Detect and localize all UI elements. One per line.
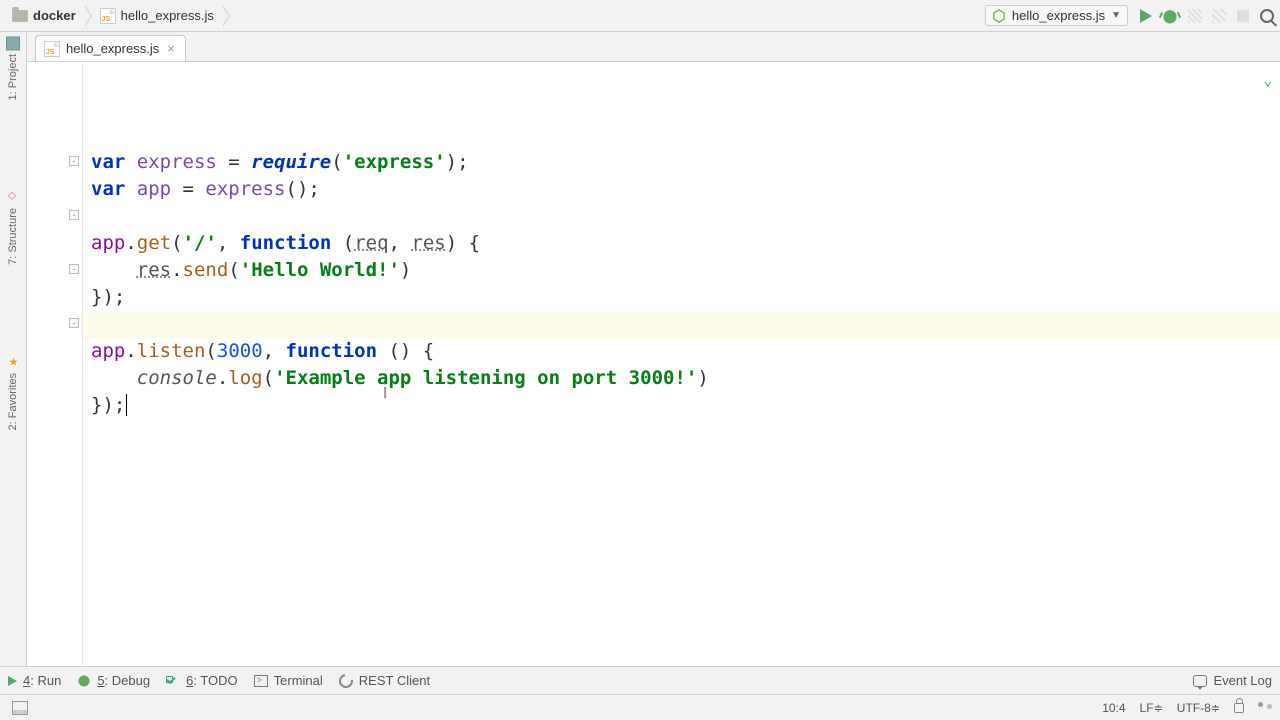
fold-toggle[interactable]: - (69, 156, 79, 166)
tab-label: hello_express.js (66, 41, 159, 56)
coverage-button-disabled (1188, 9, 1202, 23)
fold-toggle[interactable]: - (69, 264, 79, 274)
caret-position[interactable]: 10:4 (1102, 701, 1125, 715)
breadcrumb-file[interactable]: hello_express.js (94, 4, 224, 28)
tool-window-run[interactable]: 4: Run /*noop*/ (8, 673, 61, 688)
tool-window-terminal[interactable]: Terminal (254, 673, 323, 688)
fold-toggle[interactable]: - (69, 210, 79, 220)
gutter[interactable]: - - - - (27, 62, 83, 666)
tool-window-project[interactable]: 1: Project (6, 36, 20, 100)
run-configuration-selector[interactable]: hello_express.js ▼ (985, 5, 1128, 26)
ide-features-trainer[interactable] (1258, 702, 1272, 714)
tool-window-debug[interactable]: 5: Debug (77, 673, 150, 688)
tool-windows-toggle[interactable] (12, 701, 28, 715)
file-encoding[interactable]: UTF-8≑ (1177, 701, 1220, 715)
toolbar-run-actions (1140, 8, 1274, 24)
inspection-indicator[interactable]: ⌄ (1264, 68, 1272, 95)
bottom-tool-window-bar: 4: Run /*noop*/ 5: Debug 6: TODO Termina… (0, 666, 1280, 694)
play-icon (8, 676, 17, 686)
folder-icon (12, 10, 28, 22)
project-icon (6, 36, 20, 50)
tool-window-favorites[interactable]: 2: Favorites ★ (6, 355, 20, 430)
search-everywhere-button[interactable] (1260, 9, 1274, 23)
status-bar: 10:4 LF≑ UTF-8≑ (0, 694, 1280, 720)
breadcrumb-label: hello_express.js (121, 8, 214, 23)
js-file-icon (100, 8, 116, 24)
breadcrumb-label: docker (33, 8, 76, 23)
breadcrumbs: docker hello_express.js (6, 4, 985, 28)
line-separator[interactable]: LF≑ (1140, 701, 1163, 715)
fold-toggle[interactable]: - (69, 318, 79, 328)
left-tool-window-bar: 1: Project 7: Structure ⬦ 2: Favorites ★ (0, 32, 27, 666)
todo-icon (166, 674, 180, 688)
close-tab-button[interactable]: × (165, 41, 177, 56)
chevron-down-icon: ▼ (1111, 10, 1121, 21)
editor-tab-hello-express[interactable]: hello_express.js × (35, 35, 186, 61)
terminal-icon (254, 675, 268, 687)
bug-icon (77, 674, 91, 688)
editor[interactable]: ---- ⌄ var express = require('express');… (27, 62, 1280, 666)
run-config-label: hello_express.js (1012, 8, 1105, 23)
rest-icon (336, 671, 355, 690)
editor-tabs: hello_express.js × (27, 32, 1280, 62)
event-log-icon (1193, 675, 1207, 687)
tool-window-structure[interactable]: 7: Structure ⬦ (6, 190, 20, 265)
stop-button-disabled (1236, 9, 1250, 23)
run-button[interactable] (1140, 9, 1152, 23)
structure-icon: ⬦ (6, 190, 20, 204)
nodejs-icon (992, 9, 1006, 23)
readonly-toggle[interactable] (1234, 703, 1244, 713)
tool-window-rest-client[interactable]: REST Client (339, 673, 430, 688)
navigation-bar: docker hello_express.js hello_express.js… (0, 0, 1280, 32)
js-file-icon (44, 41, 60, 57)
profile-button-disabled (1212, 9, 1226, 23)
event-log-button[interactable]: Event Log (1193, 673, 1272, 688)
tool-window-todo[interactable]: 6: TODO (166, 673, 238, 688)
breadcrumb-project[interactable]: docker (6, 4, 86, 28)
debug-button[interactable] (1162, 8, 1178, 24)
star-icon: ★ (6, 355, 20, 369)
